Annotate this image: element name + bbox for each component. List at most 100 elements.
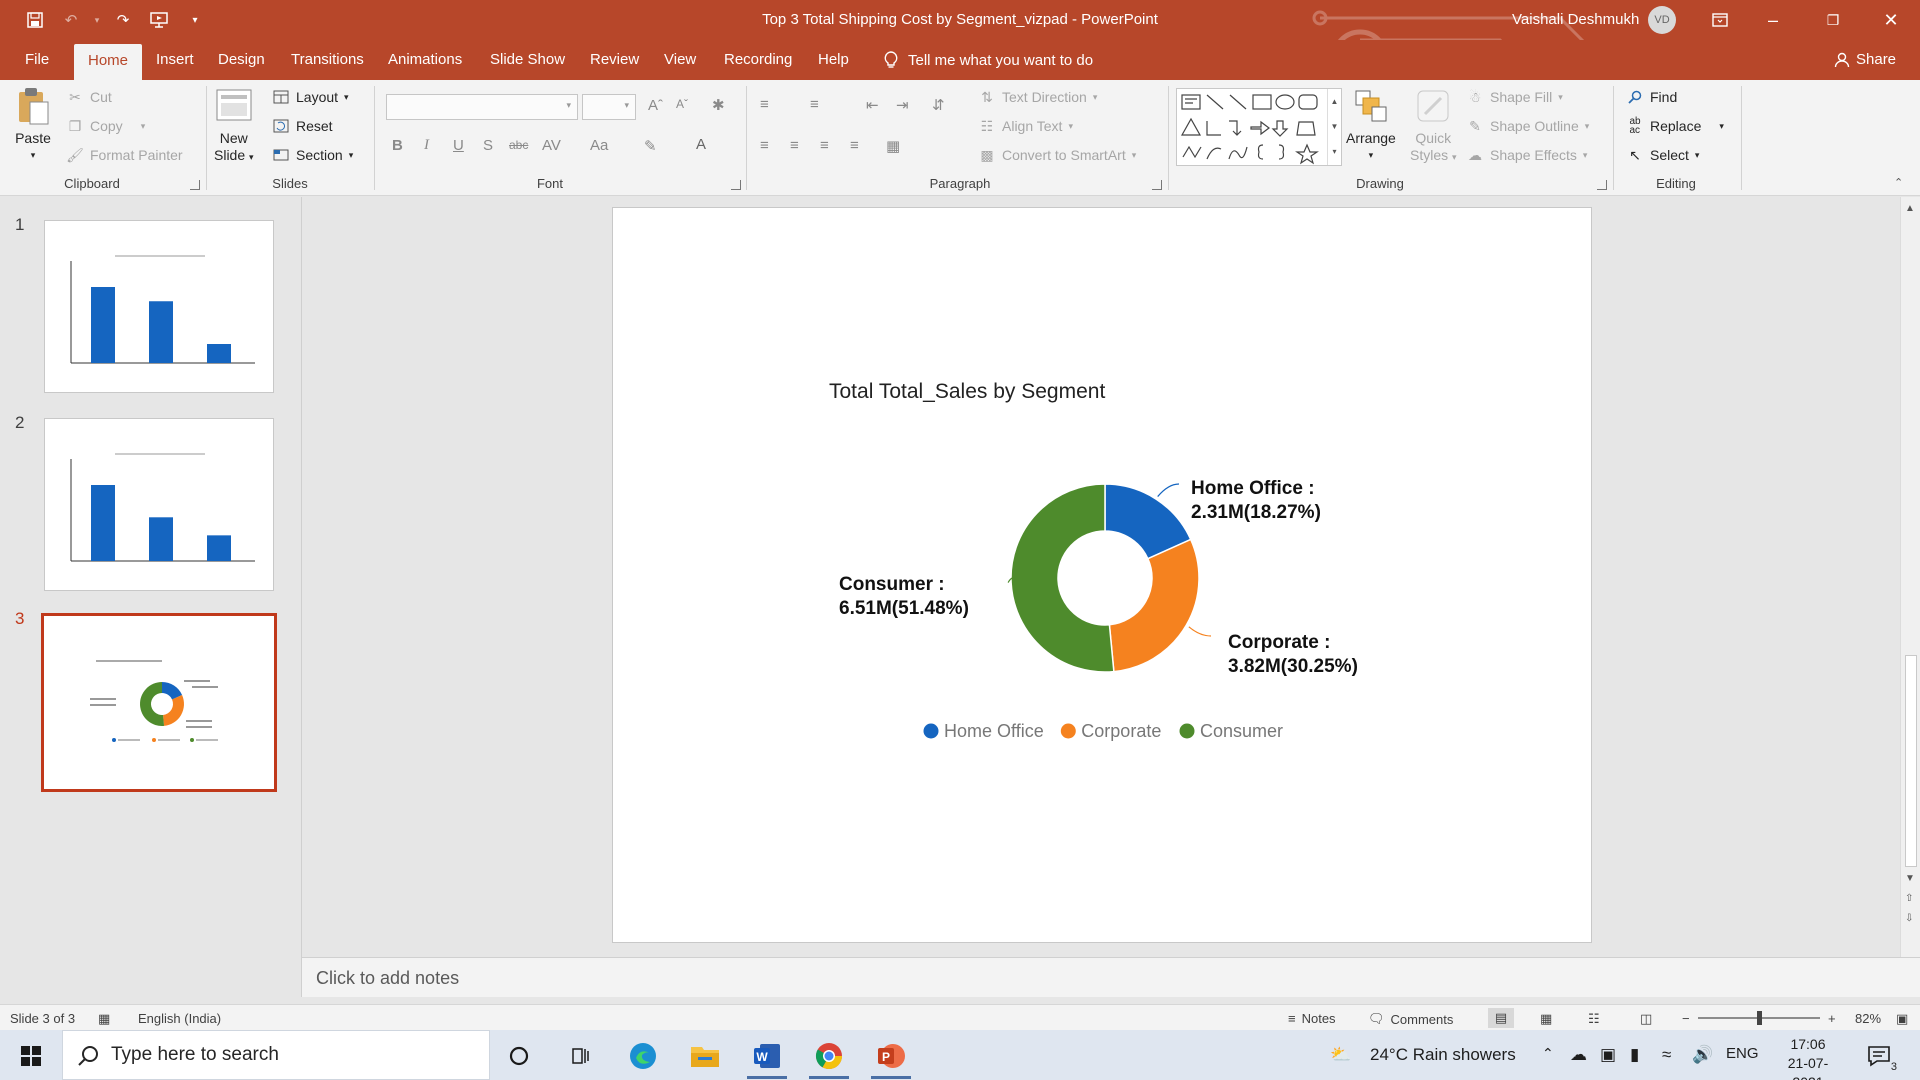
battery-icon[interactable]: ▮ — [1630, 1045, 1639, 1065]
decrease-font-size-icon[interactable]: Aˇ — [676, 97, 688, 111]
zoom-in-icon[interactable]: + — [1828, 1011, 1836, 1026]
zoom-level[interactable]: 82% — [1855, 1011, 1881, 1026]
decrease-indent-icon[interactable]: ⇤ — [866, 96, 879, 114]
find-button[interactable]: Find — [1626, 88, 1677, 106]
italic-icon[interactable]: I — [424, 137, 429, 154]
slide-sorter-icon[interactable]: ▦ — [1540, 1011, 1552, 1027]
onedrive-icon[interactable]: ☁ — [1570, 1045, 1587, 1065]
increase-font-size-icon[interactable]: Aˆ — [648, 97, 663, 114]
next-slide-icon[interactable]: ⇩ — [1905, 913, 1913, 924]
donut-slice-corporate[interactable] — [1108, 538, 1200, 673]
tell-me-search[interactable]: Tell me what you want to do — [884, 51, 1093, 69]
powerpoint-icon[interactable]: P — [874, 1039, 908, 1073]
close-icon[interactable]: ✕ — [1868, 4, 1914, 36]
font-name-box[interactable]: ▾ — [386, 94, 578, 120]
character-spacing-icon[interactable]: AV — [542, 137, 561, 154]
font-launcher-icon[interactable] — [731, 180, 741, 190]
task-view-icon[interactable] — [564, 1039, 598, 1073]
fit-slide-icon[interactable]: ▣ — [1896, 1011, 1908, 1027]
avatar[interactable]: VD — [1648, 6, 1676, 34]
share-button[interactable]: Share — [1834, 51, 1896, 68]
tab-home[interactable]: Home — [74, 44, 143, 80]
line-spacing-icon[interactable]: ⇵ — [932, 96, 945, 114]
align-text-button[interactable]: ☷ Align Text ▾ — [978, 117, 1073, 135]
columns-icon[interactable]: ▦ — [886, 137, 900, 155]
user-name[interactable]: Vaishali Deshmukh — [1512, 11, 1639, 28]
language-indicator[interactable]: English (India) — [138, 1011, 221, 1026]
collapse-ribbon-icon[interactable]: ⌃ — [1894, 176, 1903, 189]
bold-icon[interactable]: B — [392, 137, 403, 154]
tab-slide-show[interactable]: Slide Show — [490, 49, 565, 70]
highlight-color-icon[interactable]: ✎ — [644, 137, 657, 155]
reading-view-icon[interactable]: ☷ — [1588, 1011, 1600, 1027]
comments-toggle[interactable]: 🗨 Comments — [1368, 1011, 1453, 1027]
tab-review[interactable]: Review — [590, 49, 639, 70]
change-case-icon[interactable]: Aa — [590, 137, 608, 154]
format-painter-button[interactable]: 🖌 Format Painter — [66, 146, 182, 164]
scroll-down-icon[interactable]: ▼ — [1905, 873, 1915, 884]
paragraph-launcher-icon[interactable] — [1152, 180, 1162, 190]
replace-button[interactable]: ab ac Replace ▾ — [1626, 117, 1723, 136]
slide-thumbnail-1[interactable] — [44, 220, 274, 393]
notes-toggle[interactable]: ≡ Notes — [1288, 1011, 1336, 1026]
cortana-icon[interactable] — [502, 1039, 536, 1073]
slide-show-icon[interactable]: ◫ — [1640, 1011, 1652, 1027]
tab-file[interactable]: File — [25, 49, 49, 70]
section-button[interactable]: Section ▾ — [272, 146, 353, 164]
drawing-launcher-icon[interactable] — [1597, 180, 1607, 190]
slide-thumbnail-2[interactable] — [44, 418, 274, 591]
file-explorer-icon[interactable] — [688, 1039, 722, 1073]
paste-button[interactable]: Paste ▾ — [14, 86, 52, 164]
zoom-slider-thumb[interactable] — [1757, 1011, 1762, 1025]
vertical-scrollbar[interactable]: ▲ ▼ ⇧ ⇩ — [1900, 197, 1920, 957]
align-center-icon[interactable]: ≡ — [790, 137, 799, 154]
strikethrough-icon[interactable]: abc — [509, 138, 528, 152]
word-icon[interactable]: W — [750, 1039, 784, 1073]
tab-design[interactable]: Design — [218, 49, 265, 70]
shape-effects-button[interactable]: ☁ Shape Effects ▾ — [1466, 146, 1587, 164]
tab-help[interactable]: Help — [818, 49, 849, 70]
shape-outline-button[interactable]: ✎ Shape Outline ▾ — [1466, 117, 1589, 135]
taskbar-search[interactable]: Type here to search — [62, 1030, 490, 1080]
normal-view-icon[interactable]: ▤ — [1488, 1008, 1514, 1028]
shape-fill-button[interactable]: ☃ Shape Fill ▾ — [1466, 88, 1563, 106]
clock[interactable]: 17:06 21-07-2021 — [1778, 1035, 1838, 1080]
justify-icon[interactable]: ≡ — [850, 137, 859, 154]
align-right-icon[interactable]: ≡ — [820, 137, 829, 154]
numbering-icon[interactable]: ≡ — [810, 96, 819, 113]
weather-icon[interactable]: ⛅ — [1330, 1045, 1351, 1065]
tab-view[interactable]: View — [664, 49, 696, 70]
text-shadow-icon[interactable]: S — [483, 137, 493, 154]
zoom-out-icon[interactable]: − — [1682, 1011, 1690, 1026]
font-color-icon[interactable]: A — [696, 136, 706, 153]
slide-thumbnail-3[interactable] — [41, 613, 277, 792]
ribbon-display-options-icon[interactable] — [1697, 4, 1743, 36]
spell-check-icon[interactable]: ▦ — [98, 1011, 110, 1027]
clear-formatting-icon[interactable]: ✱ — [712, 96, 725, 114]
bullets-icon[interactable]: ≡ — [760, 96, 769, 113]
current-slide[interactable]: Total Total_Sales by Segment Home Office… — [612, 207, 1592, 943]
select-button[interactable]: ↖ Select ▾ — [1626, 146, 1699, 164]
tab-transitions[interactable]: Transitions — [291, 49, 364, 70]
tab-recording[interactable]: Recording — [724, 49, 792, 70]
minimize-icon[interactable]: – — [1750, 4, 1796, 36]
reset-button[interactable]: Reset — [272, 117, 333, 135]
wifi-icon[interactable]: ≈ — [1662, 1045, 1671, 1065]
shapes-gallery[interactable]: ▲ ▼ ▾ — [1176, 88, 1342, 166]
meet-now-icon[interactable]: ▣ — [1600, 1045, 1616, 1065]
cut-button[interactable]: ✂ Cut — [66, 88, 112, 106]
quick-styles-button[interactable]: Quick Styles ▾ — [1410, 86, 1457, 166]
weather-text[interactable]: 24°C Rain showers — [1370, 1045, 1516, 1065]
align-left-icon[interactable]: ≡ — [760, 137, 769, 154]
scrollbar-thumb[interactable] — [1905, 655, 1917, 867]
tab-insert[interactable]: Insert — [156, 49, 194, 70]
edge-icon[interactable] — [626, 1039, 660, 1073]
show-hidden-icons-icon[interactable]: ⌃ — [1542, 1045, 1554, 1062]
scroll-up-icon[interactable]: ▲ — [1905, 203, 1915, 214]
restore-icon[interactable]: ❐ — [1810, 4, 1856, 36]
font-size-box[interactable]: ▾ — [582, 94, 636, 120]
clipboard-launcher-icon[interactable] — [190, 180, 200, 190]
increase-indent-icon[interactable]: ⇥ — [896, 96, 909, 114]
copy-button[interactable]: ❐ Copy ▾ — [66, 117, 146, 135]
notifications-icon[interactable]: 3 — [1862, 1039, 1898, 1073]
